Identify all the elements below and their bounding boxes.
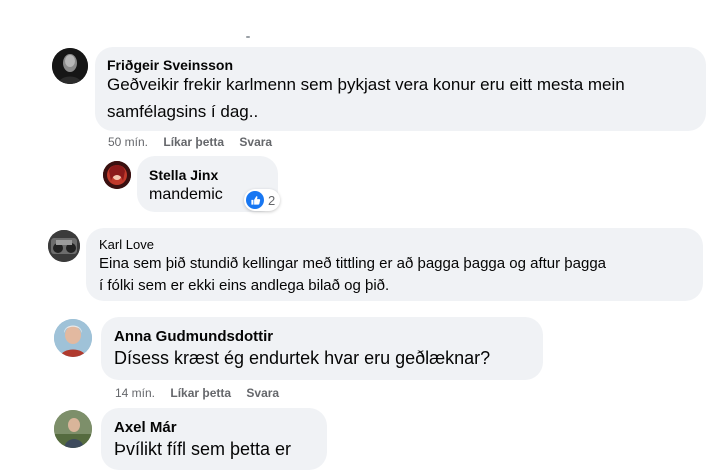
avatar[interactable] xyxy=(52,48,88,84)
profile-photo-icon xyxy=(54,410,92,448)
profile-photo-icon xyxy=(54,319,92,357)
comment-author[interactable]: Karl Love xyxy=(99,237,154,252)
comment-actions: 14 mín. Líkar þetta Svara xyxy=(115,386,279,400)
like-button[interactable]: Líkar þetta xyxy=(170,386,231,400)
like-button[interactable]: Líkar þetta xyxy=(163,135,224,149)
avatar[interactable] xyxy=(48,230,80,262)
comment-bubble: Axel Már Þvílikt fífl sem þetta er xyxy=(101,408,327,470)
comment-text: samfélagsins í dag.. xyxy=(107,102,259,121)
comment-text: Þvílikt fífl sem þetta er xyxy=(114,439,292,459)
comment-bubble: Friðgeir Sveinsson Geðveikir frekir karl… xyxy=(95,47,706,131)
avatar[interactable] xyxy=(103,161,131,189)
comment-text: í fólki sem er ekki eins andlega bilað o… xyxy=(99,277,390,294)
profile-photo-icon xyxy=(52,48,88,84)
comment-bubble: Anna Gudmundsdottir Dísess kræst ég endu… xyxy=(101,317,543,380)
comment-text: mandemic xyxy=(149,186,223,203)
reply-button[interactable]: Svara xyxy=(246,386,279,400)
comment-author[interactable]: Friðgeir Sveinsson xyxy=(107,57,233,73)
profile-photo-icon xyxy=(48,230,80,262)
comment-timestamp[interactable]: 14 mín. xyxy=(115,386,155,400)
comment-author[interactable]: Anna Gudmundsdottir xyxy=(114,328,273,345)
comment-text: Eina sem þið stundið kellingar með tittl… xyxy=(99,255,607,272)
reaction-badge[interactable]: 2 xyxy=(244,189,281,211)
divider-mark xyxy=(246,36,250,38)
comment-author[interactable]: Stella Jinx xyxy=(149,167,218,183)
avatar[interactable] xyxy=(54,319,92,357)
comment-text: Geðveikir frekir karlmenn sem þykjast ve… xyxy=(107,75,625,94)
reaction-count: 2 xyxy=(268,192,276,208)
like-icon xyxy=(246,191,264,209)
comment-actions: 50 mín. Líkar þetta Svara xyxy=(108,135,272,149)
comment-author[interactable]: Axel Már xyxy=(114,419,177,436)
comment-text: Dísess kræst ég endurtek hvar eru geðlæk… xyxy=(114,348,491,368)
comment-timestamp[interactable]: 50 mín. xyxy=(108,135,148,149)
profile-photo-icon xyxy=(103,161,131,189)
avatar[interactable] xyxy=(54,410,92,448)
comment-bubble: Karl Love Eina sem þið stundið kellingar… xyxy=(86,228,703,301)
reply-button[interactable]: Svara xyxy=(239,135,272,149)
